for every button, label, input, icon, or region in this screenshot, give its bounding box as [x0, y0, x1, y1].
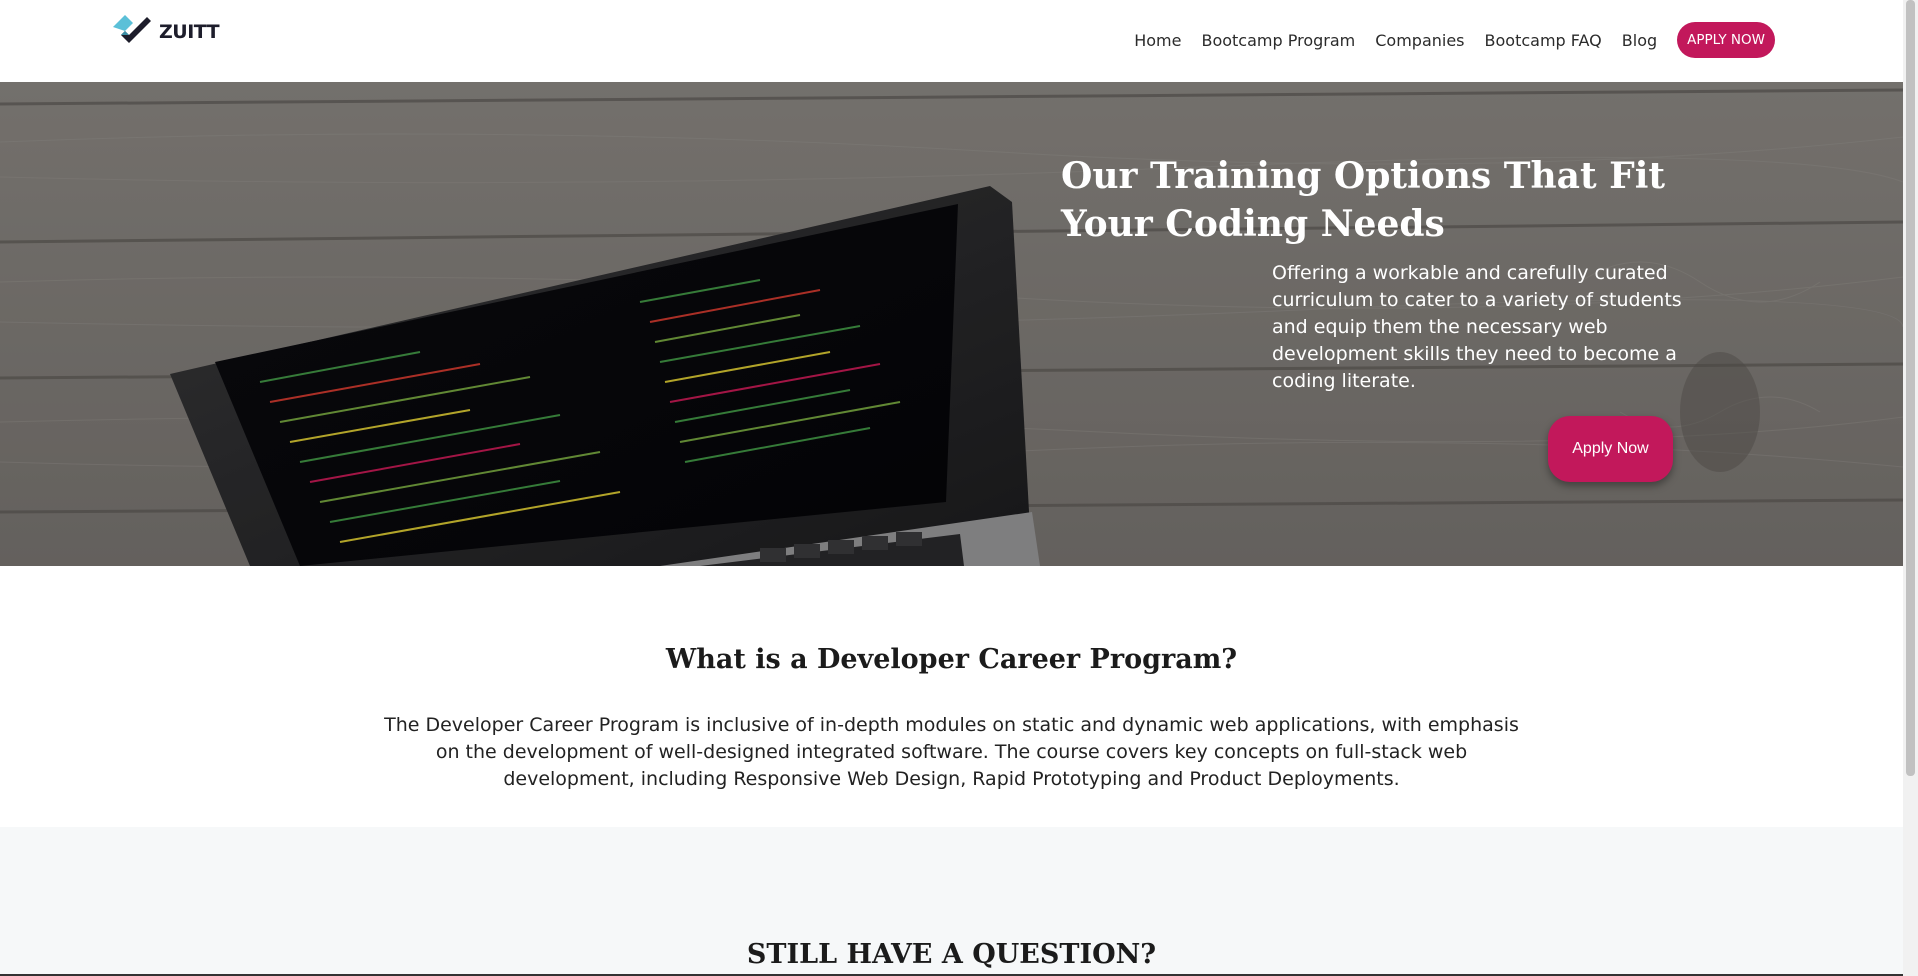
nav-menu: Home Bootcamp Program Companies Bootcamp…	[1114, 21, 1775, 59]
brand-name: ZUITT	[159, 21, 220, 43]
nav-link-bootcamp-faq[interactable]: Bootcamp FAQ	[1485, 31, 1602, 50]
hero-title: Our Training Options That Fit Your Codin…	[1061, 155, 1666, 245]
nav-link-blog[interactable]: Blog	[1622, 31, 1657, 50]
question-section: STILL HAVE A QUESTION?	[0, 827, 1903, 976]
section-description: The Developer Career Program is inclusiv…	[384, 714, 1519, 790]
navbar: ZUITT Home Bootcamp Program Companies Bo…	[0, 0, 1903, 82]
hero-banner: Our Training Options That Fit Your Codin…	[0, 82, 1903, 566]
question-title: STILL HAVE A QUESTION?	[746, 939, 1157, 970]
nav-link-bootcamp-program[interactable]: Bootcamp Program	[1201, 31, 1355, 50]
zuitt-logo-icon	[111, 13, 155, 51]
section-title: What is a Developer Career Program?	[665, 644, 1238, 675]
hero-description: Offering a workable and carefully curate…	[1272, 262, 1682, 392]
scrollbar-thumb[interactable]	[1906, 0, 1915, 776]
developer-program-section: What is a Developer Career Program? The …	[0, 566, 1903, 827]
brand-logo-link[interactable]: ZUITT	[111, 12, 220, 52]
page-scrollbar[interactable]	[1903, 0, 1918, 976]
nav-link-companies[interactable]: Companies	[1375, 31, 1464, 50]
nav-link-home[interactable]: Home	[1134, 31, 1181, 50]
apply-now-nav-button[interactable]: APPLY NOW	[1677, 22, 1775, 58]
apply-now-hero-button[interactable]: Apply Now	[1548, 416, 1673, 482]
